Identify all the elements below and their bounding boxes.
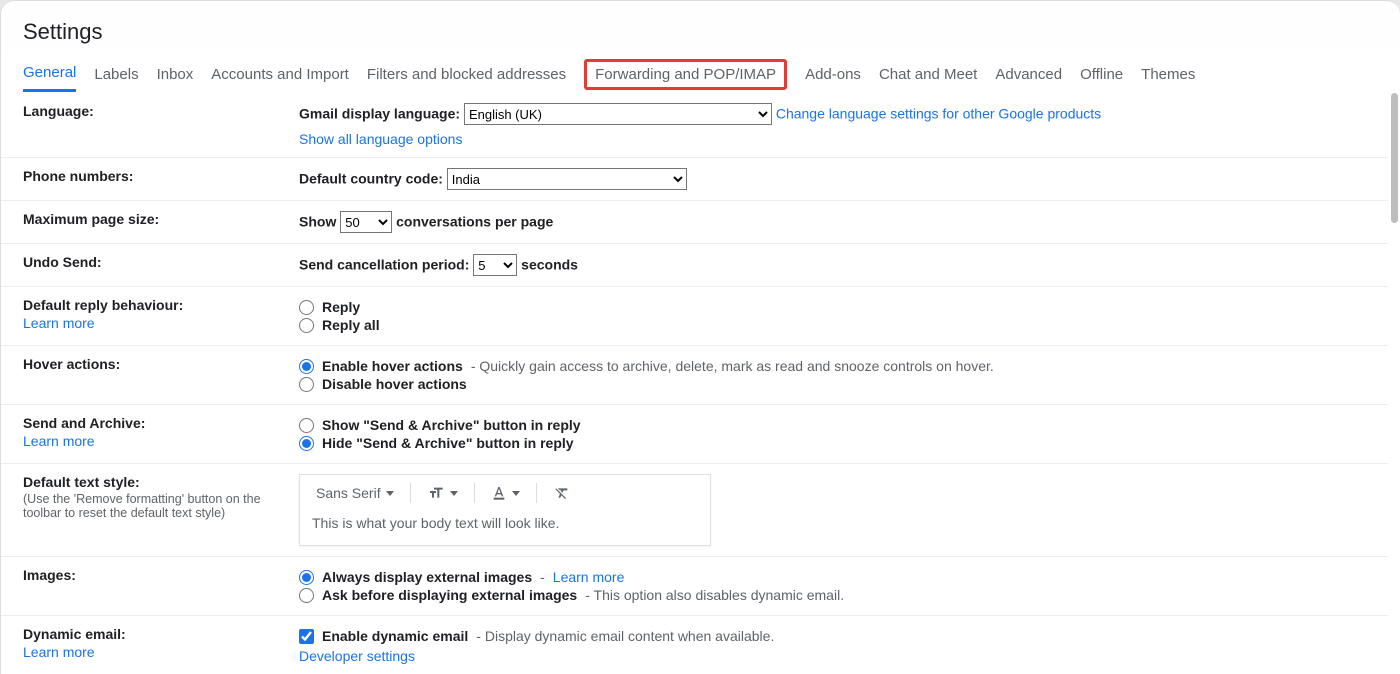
label-language: Language:: [23, 103, 291, 147]
label-text-style: Default text style:: [23, 474, 140, 490]
label-text-style-sub: (Use the 'Remove formatting' button on t…: [23, 492, 291, 520]
text-style-preview: This is what your body text will look li…: [300, 511, 710, 545]
tab-filters[interactable]: Filters and blocked addresses: [367, 58, 566, 91]
remove-formatting-button[interactable]: [547, 481, 577, 505]
tab-labels[interactable]: Labels: [94, 58, 138, 91]
archive-hide-radio[interactable]: [299, 436, 314, 451]
reply-radio[interactable]: [299, 300, 314, 315]
label-reply: Default reply behaviour:: [23, 297, 183, 313]
hover-disable-label: Disable hover actions: [322, 376, 467, 392]
archive-show-radio[interactable]: [299, 418, 314, 433]
archive-show-label: Show "Send & Archive" button in reply: [322, 417, 581, 433]
hover-enable-radio[interactable]: [299, 359, 314, 374]
tab-chat[interactable]: Chat and Meet: [879, 58, 977, 91]
dynamic-enable-checkbox[interactable]: [299, 629, 314, 644]
label-archive: Send and Archive:: [23, 415, 145, 431]
change-language-link[interactable]: Change language settings for other Googl…: [776, 106, 1101, 122]
scrollbar-thumb[interactable]: [1391, 93, 1398, 223]
font-family-button[interactable]: Sans Serif: [310, 481, 400, 505]
hover-enable-label: Enable hover actions: [322, 358, 463, 374]
chevron-down-icon: [450, 491, 458, 496]
remove-format-icon: [553, 485, 571, 501]
undo-period-select[interactable]: 5: [473, 254, 517, 276]
language-select[interactable]: English (UK): [464, 103, 772, 125]
country-code-select[interactable]: India: [447, 168, 687, 190]
reply-learn-more-link[interactable]: Learn more: [23, 315, 291, 331]
undo-period-label: Send cancellation period:: [299, 257, 469, 273]
developer-settings-link[interactable]: Developer settings: [299, 648, 415, 664]
tab-addons[interactable]: Add-ons: [805, 58, 861, 91]
page-title: Settings: [1, 1, 1400, 55]
tab-advanced[interactable]: Advanced: [995, 58, 1062, 91]
images-ask-label: Ask before displaying external images: [322, 587, 577, 603]
row-text-style: Default text style: (Use the 'Remove for…: [1, 464, 1388, 557]
row-reply: Default reply behaviour: Learn more Repl…: [1, 287, 1388, 346]
tab-offline[interactable]: Offline: [1080, 58, 1123, 91]
label-images: Images:: [23, 567, 291, 605]
images-ask-desc: - This option also disables dynamic emai…: [585, 587, 844, 603]
undo-suffix: seconds: [521, 257, 578, 273]
tab-themes[interactable]: Themes: [1141, 58, 1195, 91]
row-language: Language: Gmail display language: Englis…: [1, 93, 1388, 158]
font-family-name: Sans Serif: [316, 485, 381, 501]
chevron-down-icon: [386, 491, 394, 496]
chevron-down-icon: [512, 491, 520, 496]
row-undo: Undo Send: Send cancellation period: 5 s…: [1, 244, 1388, 287]
row-dynamic: Dynamic email: Learn more Enable dynamic…: [1, 616, 1388, 670]
archive-learn-more-link[interactable]: Learn more: [23, 433, 291, 449]
hover-disable-radio[interactable]: [299, 377, 314, 392]
images-always-radio[interactable]: [299, 570, 314, 585]
dynamic-enable-desc: - Display dynamic email content when ava…: [476, 628, 774, 644]
row-archive: Send and Archive: Learn more Show "Send …: [1, 405, 1388, 464]
label-hover: Hover actions:: [23, 356, 291, 394]
label-page-size: Maximum page size:: [23, 211, 291, 233]
reply-option-label: Reply: [322, 299, 360, 315]
images-ask-radio[interactable]: [299, 588, 314, 603]
page-size-select[interactable]: 50: [340, 211, 392, 233]
font-color-button[interactable]: [485, 481, 526, 505]
label-phone: Phone numbers:: [23, 168, 291, 190]
gmail-display-language-label: Gmail display language:: [299, 106, 460, 122]
tab-accounts[interactable]: Accounts and Import: [211, 58, 349, 91]
show-all-languages-link[interactable]: Show all language options: [299, 131, 462, 147]
images-learn-more-link[interactable]: Learn more: [553, 569, 625, 585]
page-size-suffix: conversations per page: [396, 214, 553, 230]
dynamic-learn-more-link[interactable]: Learn more: [23, 644, 291, 660]
dynamic-enable-label: Enable dynamic email: [322, 628, 468, 644]
tab-inbox[interactable]: Inbox: [157, 58, 194, 91]
tab-general[interactable]: General: [23, 56, 76, 92]
text-style-box: Sans Serif: [299, 474, 711, 546]
row-phone: Phone numbers: Default country code: Ind…: [1, 158, 1388, 201]
archive-hide-label: Hide "Send & Archive" button in reply: [322, 435, 574, 451]
hover-enable-desc: - Quickly gain access to archive, delete…: [471, 358, 994, 374]
row-page-size: Maximum page size: Show 50 conversations…: [1, 201, 1388, 244]
tab-forwarding[interactable]: Forwarding and POP/IMAP: [584, 59, 787, 90]
images-always-label: Always display external images: [322, 569, 532, 585]
page-size-show-label: Show: [299, 214, 336, 230]
default-country-code-label: Default country code:: [299, 171, 443, 187]
row-images: Images: Always display external images -…: [1, 557, 1388, 616]
font-size-button[interactable]: [421, 481, 464, 505]
settings-tabs: General Labels Inbox Accounts and Import…: [1, 55, 1400, 93]
label-undo: Undo Send:: [23, 254, 291, 276]
text-size-icon: [427, 485, 445, 501]
label-dynamic: Dynamic email:: [23, 626, 126, 642]
text-color-icon: [491, 485, 507, 501]
reply-all-radio[interactable]: [299, 318, 314, 333]
row-hover: Hover actions: Enable hover actions - Qu…: [1, 346, 1388, 405]
reply-all-option-label: Reply all: [322, 317, 380, 333]
